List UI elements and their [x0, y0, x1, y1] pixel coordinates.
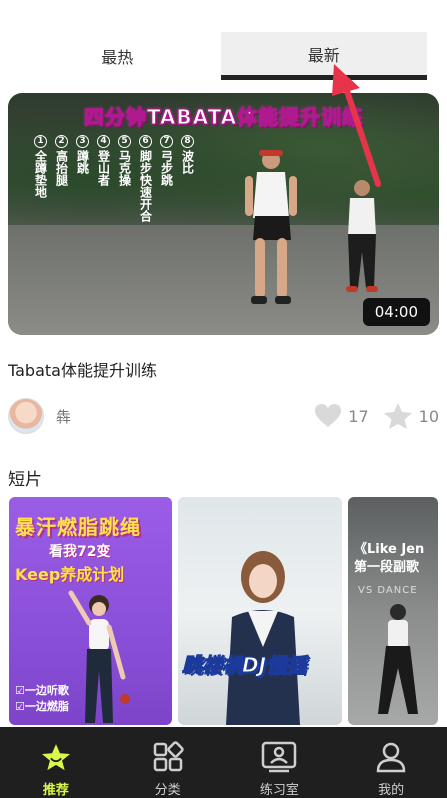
nav-label: 分类 — [154, 783, 181, 798]
nav-recommend[interactable]: 推荐 — [0, 727, 112, 798]
move-text: 脚步快速开合 — [138, 150, 153, 222]
short-title-line: 《Like Jen — [354, 542, 425, 557]
short-title: 跳楼机DJ慢摇 — [181, 653, 307, 678]
trainer-figure-left — [245, 150, 297, 304]
jump-rope-figure — [68, 590, 130, 723]
move-text: 马克操 — [117, 150, 132, 186]
video-duration-badge: 04:00 — [362, 298, 430, 326]
short-card[interactable]: 暴汗燃脂跳绳 看我72变 Keep养成计划 ☑一边听歌 ☑一边燃脂 — [9, 497, 172, 725]
video-stats: 17 10 — [314, 402, 439, 430]
short-subtitle: VS DANCE — [358, 585, 418, 596]
bottom-nav: 推荐 分类 练习室 我的 — [0, 727, 447, 798]
move-text: 波比 — [180, 150, 195, 174]
category-grid-icon — [153, 741, 184, 772]
short-side-notes: ☑一边听歌 ☑一边燃脂 — [15, 683, 69, 715]
move-item: 3 蹲跳 — [74, 135, 91, 222]
video-meta-row: 犇 17 10 — [8, 398, 439, 434]
move-item: 5 马克操 — [116, 135, 133, 222]
favorite-count: 10 — [418, 406, 439, 426]
dancer-figure — [378, 604, 418, 714]
star-icon — [39, 741, 73, 773]
side-note: ☑一边听歌 — [15, 684, 69, 697]
move-text: 全蹲垫地 — [33, 150, 48, 198]
move-number: 2 — [55, 135, 68, 148]
move-number: 1 — [34, 135, 47, 148]
move-text: 弓步跳 — [159, 150, 174, 186]
short-card[interactable]: 《Like Jen 第一段副歌 VS DANCE — [348, 497, 438, 725]
moves-list: 1 全蹲垫地 2 高抬腿 3 蹲跳 4 登山者 5 马克操 6 脚步快速开合 7 弓步跳 8 波… — [32, 135, 196, 222]
move-number: 5 — [118, 135, 131, 148]
star-favorite-icon[interactable] — [383, 402, 413, 430]
nav-label: 练习室 — [259, 783, 299, 798]
annotation-arrow-icon — [332, 64, 381, 187]
author-avatar[interactable] — [8, 398, 44, 434]
side-note: ☑一边燃脂 — [15, 700, 69, 713]
move-item: 2 高抬腿 — [53, 135, 70, 222]
move-number: 7 — [160, 135, 173, 148]
nav-label: 我的 — [378, 783, 405, 798]
move-number: 6 — [139, 135, 152, 148]
trainer-figure-right — [346, 180, 378, 292]
move-text: 高抬腿 — [54, 150, 69, 186]
short-title: 《Like Jen 第一段副歌 — [354, 541, 424, 577]
move-number: 4 — [97, 135, 110, 148]
profile-icon — [376, 742, 406, 773]
nav-practice-room[interactable]: 练习室 — [224, 727, 336, 798]
move-item: 1 全蹲垫地 — [32, 135, 49, 222]
nav-profile[interactable]: 我的 — [335, 727, 447, 798]
short-subtitle: 看我72变 — [49, 544, 111, 560]
nav-category[interactable]: 分类 — [112, 727, 224, 798]
move-text: 蹲跳 — [75, 150, 90, 174]
shorts-section-title: 短片 — [8, 470, 42, 490]
short-subtitle-2: Keep养成计划 — [15, 565, 125, 584]
author-name[interactable]: 犇 — [56, 406, 71, 427]
move-number: 3 — [76, 135, 89, 148]
heart-icon[interactable] — [314, 403, 342, 429]
move-item: 8 波比 — [179, 135, 196, 222]
tab-hottest[interactable]: 最热 — [14, 32, 221, 80]
move-item: 6 脚步快速开合 — [137, 135, 154, 222]
short-title: 暴汗燃脂跳绳 — [15, 515, 141, 539]
move-number: 8 — [181, 135, 194, 148]
shorts-carousel[interactable]: 暴汗燃脂跳绳 看我72变 Keep养成计划 ☑一边听歌 ☑一边燃脂 跳楼机DJ慢… — [9, 497, 447, 725]
short-title-line: 第一段副歌 — [354, 560, 420, 575]
nav-label: 推荐 — [42, 783, 69, 798]
move-item: 7 弓步跳 — [158, 135, 175, 222]
move-item: 4 登山者 — [95, 135, 112, 222]
move-text: 登山者 — [96, 150, 111, 186]
dancer-figure — [226, 551, 300, 725]
short-card[interactable]: 跳楼机DJ慢摇 — [178, 497, 342, 725]
like-count: 17 — [348, 406, 369, 426]
practice-room-icon — [262, 741, 297, 773]
video-caption[interactable]: Tabata体能提升训练 — [8, 357, 157, 381]
